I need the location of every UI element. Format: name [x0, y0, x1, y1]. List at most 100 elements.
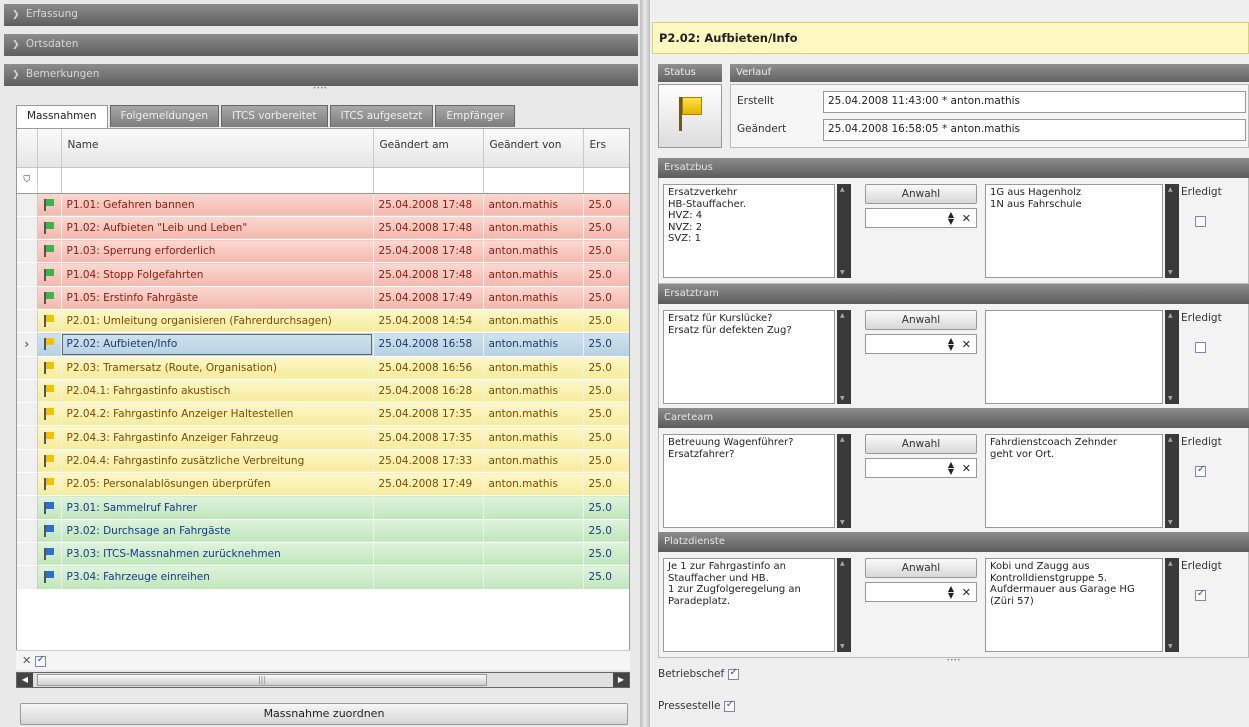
clear-icon[interactable]: ✕ [962, 338, 971, 351]
scrollbar-thumb[interactable]: ||| [37, 674, 487, 686]
priority-flag-icon[interactable] [37, 216, 62, 241]
cell-geaendert-von[interactable] [483, 542, 584, 567]
priority-flag-icon[interactable] [37, 262, 62, 287]
cell-name[interactable]: P2.04.2: Fahrgastinfo Anzeiger Haltestel… [61, 402, 374, 427]
cell-ers[interactable]: 25.0 [583, 379, 629, 404]
table-row[interactable]: P2.04.4: Fahrgastinfo zusätzliche Verbre… [17, 449, 629, 474]
cell-geaendert-von[interactable] [483, 519, 584, 543]
erledigt-checkbox[interactable] [1195, 216, 1206, 227]
table-row[interactable]: P2.04.3: Fahrgastinfo Anzeiger Fahrzeug 2… [17, 425, 629, 450]
clear-icon[interactable]: ✕ [962, 462, 971, 475]
row-selector[interactable] [17, 425, 38, 450]
response-scrollbar[interactable] [1165, 558, 1179, 652]
splitter-grip[interactable]: •••• [0, 86, 640, 92]
anwahl-stepper[interactable]: ▲ ▼ ✕ [865, 334, 977, 354]
massnahme-zuordnen-button[interactable]: Massnahme zuordnen [20, 703, 628, 725]
cell-geaendert-am[interactable] [373, 565, 484, 590]
spin-arrows-icon[interactable]: ▲ ▼ [948, 337, 954, 352]
cell-geaendert-von[interactable]: anton.mathis [483, 309, 584, 334]
response-scrollbar[interactable] [1165, 184, 1179, 278]
table-row[interactable]: P2.03: Tramersatz (Route, Organisation) 2… [17, 356, 629, 380]
tab-folgemeldungen[interactable]: Folgemeldungen [109, 105, 220, 127]
betriebschef-checkbox[interactable] [727, 667, 739, 680]
tab-itcs-aufgesetzt[interactable]: ITCS aufgesetzt [329, 105, 434, 127]
cell-ers[interactable]: 25.0 [583, 449, 629, 474]
cell-name[interactable]: P2.04.4: Fahrgastinfo zusätzliche Verbre… [61, 449, 374, 474]
row-selector[interactable] [17, 519, 38, 543]
table-row[interactable]: › P2.02: Aufbieten/Info 25.04.2008 16:58 an… [17, 332, 629, 357]
cell-ers[interactable]: 25.0 [583, 239, 629, 264]
row-selector[interactable] [17, 379, 38, 404]
cell-geaendert-am[interactable]: 25.04.2008 17:33 [373, 449, 484, 474]
anwahl-stepper[interactable]: ▲ ▼ ✕ [865, 582, 977, 602]
cell-geaendert-am[interactable]: 25.04.2008 14:54 [373, 309, 484, 334]
cell-geaendert-am[interactable]: 25.04.2008 17:49 [373, 472, 484, 497]
status-button[interactable] [658, 84, 722, 148]
anwahl-button[interactable]: Anwahl [865, 310, 977, 330]
row-selector[interactable] [17, 402, 38, 427]
pressestelle-checkbox[interactable] [723, 699, 735, 712]
request-textarea[interactable]: Ersatzverkehr HB-Stauffacher. HVZ: 4 NVZ… [663, 184, 835, 278]
cell-name[interactable]: P1.01: Gefahren bannen [61, 193, 374, 217]
row-selector[interactable] [17, 309, 38, 334]
row-selector[interactable] [17, 495, 38, 520]
erledigt-checkbox[interactable] [1195, 588, 1206, 601]
table-row[interactable]: P3.01: Sammelruf Fahrer 25.0 [17, 495, 629, 520]
cell-name[interactable]: P2.02: Aufbieten/Info [61, 332, 374, 357]
cell-geaendert-von[interactable] [483, 495, 584, 520]
cell-ers[interactable]: 25.0 [583, 542, 629, 567]
table-row[interactable]: P1.03: Sperrung erforderlich 25.04.2008 1… [17, 239, 629, 264]
cell-geaendert-von[interactable]: anton.mathis [483, 402, 584, 427]
row-selector[interactable] [17, 356, 38, 380]
priority-flag-icon[interactable] [37, 565, 62, 590]
cell-geaendert-am[interactable]: 25.04.2008 17:48 [373, 216, 484, 241]
cell-name[interactable]: P1.03: Sperrung erforderlich [61, 239, 374, 264]
cell-geaendert-am[interactable] [373, 542, 484, 567]
section-ortsdaten[interactable]: ❯ Ortsdaten [4, 34, 638, 56]
table-row[interactable]: P3.04: Fahrzeuge einreihen 25.0 [17, 565, 629, 590]
cell-ers[interactable]: 25.0 [583, 286, 629, 310]
table-row[interactable]: P1.01: Gefahren bannen 25.04.2008 17:48 an… [17, 193, 629, 217]
anwahl-button[interactable]: Anwahl [865, 558, 977, 578]
priority-flag-icon[interactable] [37, 193, 62, 217]
priority-flag-icon[interactable] [37, 286, 62, 310]
cell-geaendert-von[interactable]: anton.mathis [483, 239, 584, 264]
filter-active-checkbox[interactable] [34, 654, 46, 667]
priority-flag-icon[interactable] [37, 379, 62, 404]
cell-geaendert-von[interactable]: anton.mathis [483, 262, 584, 287]
cell-geaendert-von[interactable]: anton.mathis [483, 356, 584, 380]
priority-flag-icon[interactable] [37, 402, 62, 427]
spin-arrows-icon[interactable]: ▲ ▼ [948, 211, 954, 226]
section-grip[interactable]: •••• [658, 658, 1249, 664]
cell-name[interactable]: P1.05: Erstinfo Fahrgäste [61, 286, 374, 310]
priority-flag-icon[interactable] [37, 519, 62, 543]
cell-name[interactable]: P3.02: Durchsage an Fahrgäste [61, 519, 374, 543]
cell-ers[interactable]: 25.0 [583, 332, 629, 357]
clear-icon[interactable]: ✕ [962, 586, 971, 599]
cell-geaendert-von[interactable]: anton.mathis [483, 472, 584, 497]
cell-geaendert-am[interactable]: 25.04.2008 16:28 [373, 379, 484, 404]
tab-empfaenger[interactable]: Empfänger [435, 105, 516, 127]
row-selector[interactable] [17, 542, 38, 567]
erledigt-checkbox[interactable] [1195, 464, 1206, 477]
scroll-left-icon[interactable]: ◀ [17, 673, 33, 687]
cell-geaendert-von[interactable]: anton.mathis [483, 379, 584, 404]
cell-name[interactable]: P2.04.3: Fahrgastinfo Anzeiger Fahrzeug [61, 425, 374, 450]
cell-name[interactable]: P3.04: Fahrzeuge einreihen [61, 565, 374, 590]
request-scrollbar[interactable] [837, 184, 851, 278]
priority-flag-icon[interactable] [37, 239, 62, 264]
cell-geaendert-am[interactable]: 25.04.2008 17:48 [373, 239, 484, 264]
cell-geaendert-am[interactable]: 25.04.2008 17:35 [373, 425, 484, 450]
table-row[interactable]: P2.05: Personalablösungen überprüfen 25.0… [17, 472, 629, 497]
priority-flag-icon[interactable] [37, 542, 62, 567]
erledigt-checkbox[interactable] [1195, 342, 1206, 353]
response-textarea[interactable]: Kobi und Zaugg aus Kontrolldienstgruppe … [985, 558, 1163, 652]
cell-geaendert-am[interactable] [373, 495, 484, 520]
request-textarea[interactable]: Je 1 zur Fahrgastinfo an Stauffacher und… [663, 558, 835, 652]
cell-name[interactable]: P3.01: Sammelruf Fahrer [61, 495, 374, 520]
response-textarea[interactable]: 1G aus Hagenholz 1N aus Fahrschule [985, 184, 1163, 278]
filter-cell-user[interactable] [483, 167, 584, 194]
row-selector[interactable] [17, 565, 38, 590]
cell-ers[interactable]: 25.0 [583, 193, 629, 217]
cell-name[interactable]: P1.04: Stopp Folgefahrten [61, 262, 374, 287]
